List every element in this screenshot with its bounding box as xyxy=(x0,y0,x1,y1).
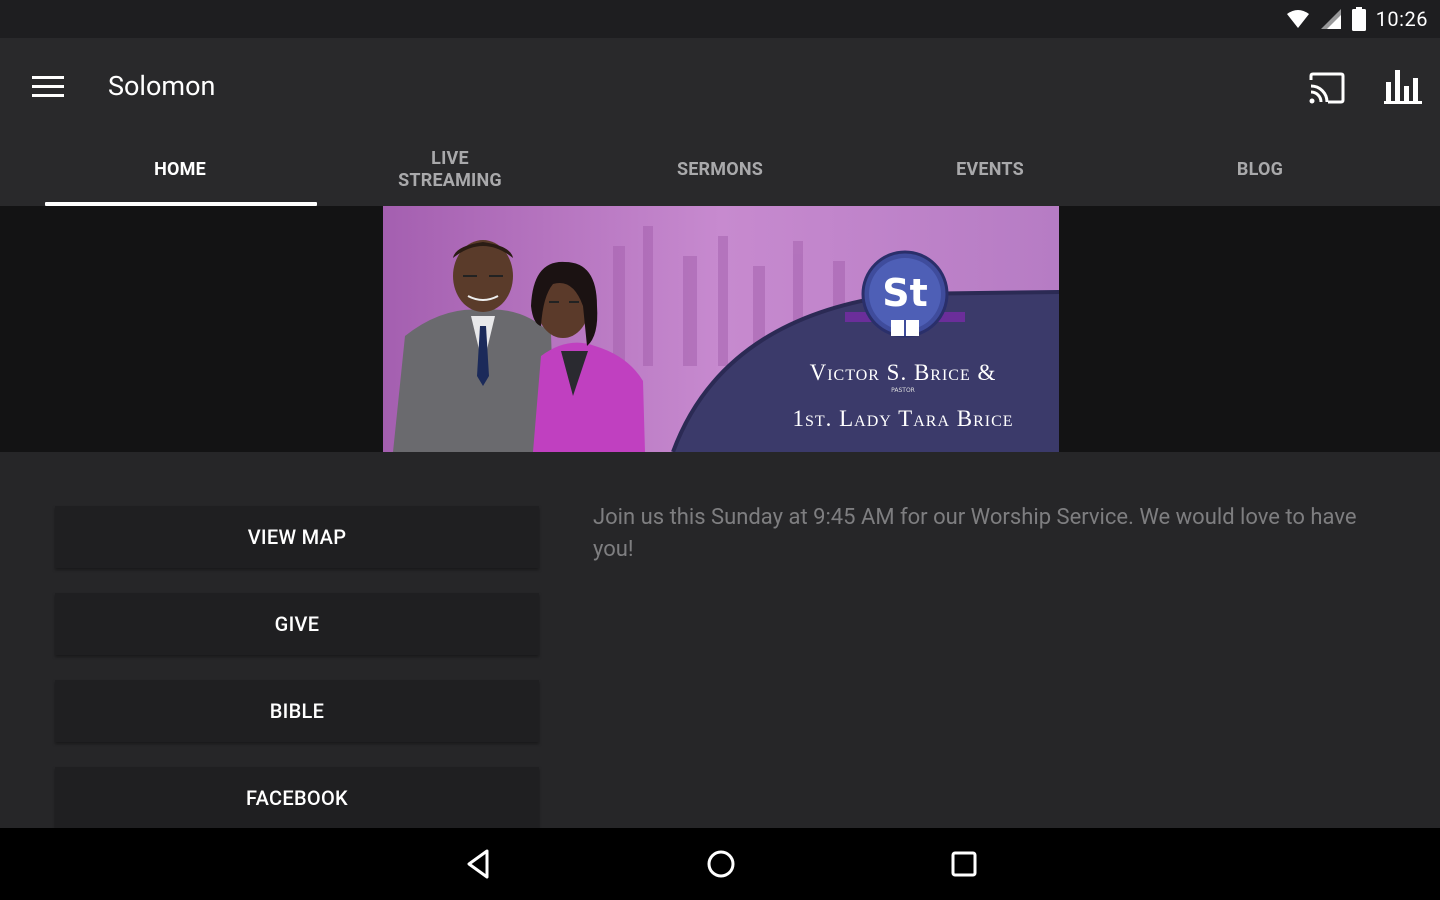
status-icons: 10:26 xyxy=(1286,7,1428,31)
wifi-icon xyxy=(1286,10,1309,28)
app-bar: Solomon HOME LIVE STREAMING SERMONS EVEN… xyxy=(0,38,1440,206)
back-icon[interactable] xyxy=(461,846,497,882)
banner-line2: 1st. Lady Tara Brice xyxy=(792,406,1013,431)
give-button[interactable]: GIVE xyxy=(55,593,539,655)
tab-blog[interactable]: BLOG xyxy=(1125,134,1395,206)
status-time: 10:26 xyxy=(1375,7,1428,31)
banner-line1: Victor S. Brice & xyxy=(810,360,997,385)
home-content: VIEW MAP GIVE BIBLE FACEBOOK Join us thi… xyxy=(0,452,1440,828)
recents-icon[interactable] xyxy=(946,846,982,882)
tab-events[interactable]: EVENTS xyxy=(855,134,1125,206)
signal-icon xyxy=(1320,9,1341,29)
facebook-button[interactable]: FACEBOOK xyxy=(55,767,539,828)
app-title: Solomon xyxy=(108,70,216,102)
banner-sub: PASTOR xyxy=(891,387,915,394)
tab-live-streaming-label: LIVE STREAMING xyxy=(398,148,502,191)
cast-icon[interactable] xyxy=(1308,72,1346,104)
status-bar: 10:26 xyxy=(0,0,1440,38)
welcome-message: Join us this Sunday at 9:45 AM for our W… xyxy=(593,505,1357,562)
tab-home[interactable]: HOME xyxy=(45,134,317,206)
church-banner[interactable]: St Victor S. Brice & PASTOR 1st. Lady Ta… xyxy=(383,206,1059,452)
view-map-button[interactable]: VIEW MAP xyxy=(55,506,539,568)
tab-events-label: EVENTS xyxy=(956,159,1024,180)
home-icon[interactable] xyxy=(703,846,739,882)
tab-blog-label: BLOG xyxy=(1236,159,1284,180)
system-nav-bar xyxy=(0,828,1440,900)
bar-chart-icon[interactable] xyxy=(1384,68,1424,104)
menu-icon[interactable] xyxy=(32,76,66,100)
logo-text: St xyxy=(882,271,928,315)
tab-home-label: HOME xyxy=(154,159,206,180)
bible-button[interactable]: BIBLE xyxy=(55,680,539,742)
tab-bar: HOME LIVE STREAMING SERMONS EVENTS BLOG xyxy=(45,134,1395,206)
tab-sermons-label: SERMONS xyxy=(676,159,764,180)
tab-live-streaming[interactable]: LIVE STREAMING xyxy=(315,134,585,206)
battery-icon xyxy=(1351,7,1366,31)
tab-sermons[interactable]: SERMONS xyxy=(585,134,855,206)
